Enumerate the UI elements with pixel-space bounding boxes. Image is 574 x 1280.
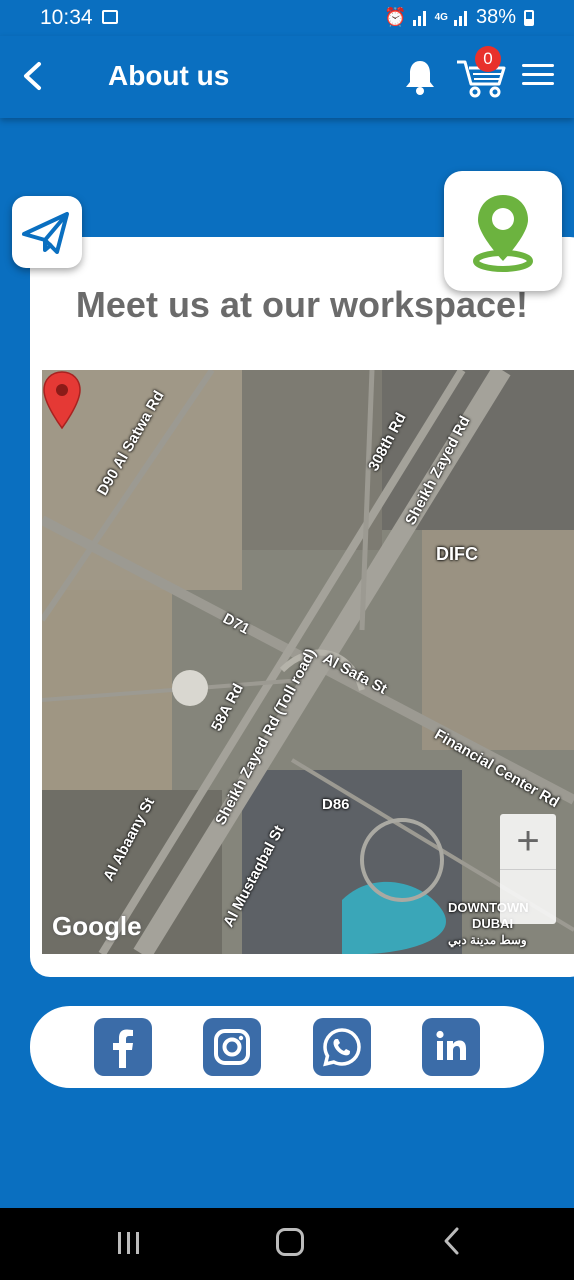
hamburger-menu-icon[interactable]: [522, 64, 554, 90]
gallery-icon: [102, 10, 118, 24]
location-button[interactable]: [444, 171, 562, 291]
zoom-in-button[interactable]: +: [500, 814, 556, 869]
app-bar: About us 0: [0, 36, 574, 118]
nav-back-icon[interactable]: [440, 1226, 464, 1256]
facebook-icon: [113, 1029, 133, 1068]
cart-count-badge: 0: [475, 46, 501, 72]
signal-icon-2: [453, 10, 470, 26]
notification-bell-icon[interactable]: [402, 58, 438, 96]
linkedin-icon: [436, 1030, 466, 1060]
battery-icon: [524, 9, 534, 26]
map-marker-icon[interactable]: [42, 370, 82, 430]
signal-icon: [412, 10, 429, 26]
alarm-icon: ⏰: [384, 7, 407, 27]
map-view[interactable]: D90 Al Satwa Rd 308th Rd Sheikh Zayed Rd…: [42, 370, 574, 954]
page-title: About us: [108, 60, 230, 91]
paper-plane-icon: [22, 212, 69, 254]
status-right: ⏰ 4G 38%: [384, 6, 534, 29]
battery-percent: 38%: [475, 6, 516, 28]
facebook-button[interactable]: [94, 1018, 152, 1076]
map-zoom-control: +: [500, 814, 556, 924]
location-pin-icon: [473, 195, 533, 272]
status-bar: 10:34 ⏰ 4G 38%: [0, 0, 574, 36]
whatsapp-icon: [323, 1028, 361, 1067]
back-arrow-icon[interactable]: [14, 56, 54, 96]
status-time: 10:34: [40, 6, 93, 29]
system-nav-bar: [0, 1208, 574, 1280]
map-label-downtown-arabic: وسط مدينة دبي: [448, 933, 527, 947]
recent-apps-icon[interactable]: [116, 1232, 142, 1256]
zoom-out-button[interactable]: [500, 869, 556, 924]
instagram-button[interactable]: [203, 1018, 261, 1076]
home-icon[interactable]: [276, 1228, 304, 1256]
network-type: 4G: [434, 12, 448, 23]
map-label-difc: DIFC: [436, 544, 478, 564]
linkedin-button[interactable]: [422, 1018, 480, 1076]
instagram-icon: [214, 1029, 250, 1065]
telegram-button[interactable]: [12, 196, 82, 268]
google-logo: Google: [52, 911, 142, 941]
whatsapp-button[interactable]: [313, 1018, 371, 1076]
map-label-d86: D86: [322, 796, 350, 813]
